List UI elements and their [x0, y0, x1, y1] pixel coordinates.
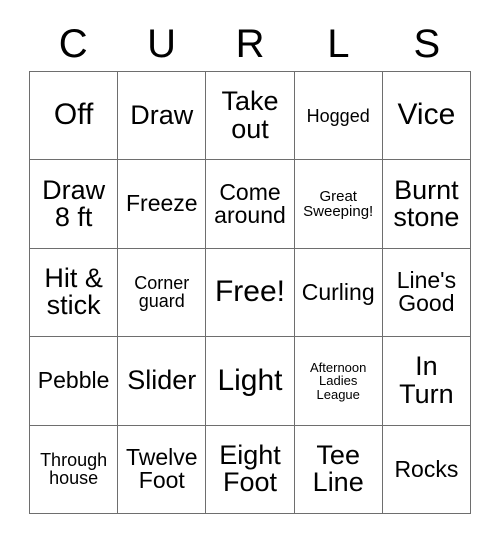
header-letter-3: R [235, 22, 265, 66]
bingo-cell-label: Vice [397, 98, 456, 132]
header-letter-5: S [413, 22, 441, 66]
bingo-cell-label: Draw 8 ft [42, 174, 106, 233]
bingo-grid: Off Draw Take out Hogged Vice Draw 8 ft … [29, 71, 471, 514]
bingo-header-row: C U R L S [29, 18, 471, 70]
bingo-cell-r2c3[interactable]: Come around [206, 160, 295, 249]
bingo-cell-label: Eight Foot [219, 439, 281, 498]
bingo-card: C U R L S Off Draw Take out Hogged Vice … [0, 0, 500, 544]
bingo-cell-r1c2[interactable]: Draw [118, 72, 207, 161]
bingo-cell-label: Curling [301, 278, 375, 305]
bingo-cell-r1c3[interactable]: Take out [206, 72, 295, 161]
bingo-cell-r1c1[interactable]: Off [30, 72, 119, 161]
bingo-cell-r5c1[interactable]: Through house [30, 425, 119, 514]
bingo-cell-r2c5[interactable]: Burnt stone [382, 160, 471, 249]
bingo-cell-label: Great Sweeping! [303, 187, 374, 221]
bingo-cell-label: Hit & stick [44, 262, 103, 321]
bingo-cell-label: Afternoon Ladies League [310, 360, 367, 402]
bingo-cell-label: Hogged [306, 105, 370, 126]
bingo-cell-label: Light [217, 363, 283, 397]
bingo-cell-label: Through house [40, 449, 108, 489]
bingo-cell-label: Freeze [125, 190, 198, 217]
bingo-cell-label: Draw [130, 99, 194, 130]
bingo-cell-label: Off [53, 98, 94, 132]
bingo-cell-r4c4[interactable]: Afternoon Ladies League [294, 337, 383, 426]
bingo-cell-label: Come around [214, 178, 286, 229]
bingo-cell-r4c5[interactable]: In Turn [382, 337, 471, 426]
header-letter-4: L [327, 22, 350, 66]
bingo-cell-r3c1[interactable]: Hit & stick [30, 248, 119, 338]
bingo-cell-r5c5[interactable]: Rocks [382, 425, 471, 514]
bingo-cell-r5c4[interactable]: Tee Line [294, 425, 383, 514]
bingo-cell-label: Pebble [37, 367, 110, 394]
bingo-cell-label: In Turn [399, 351, 454, 409]
bingo-cell-r1c4[interactable]: Hogged [294, 72, 383, 161]
bingo-cell-r5c2[interactable]: Twelve Foot [118, 425, 207, 514]
bingo-cell-label: Burnt stone [393, 174, 460, 233]
bingo-cell-label: Twelve Foot [125, 443, 198, 494]
bingo-cell-r2c1[interactable]: Draw 8 ft [30, 160, 119, 249]
header-letter-2: U [147, 22, 177, 66]
header-letter-1: C [58, 22, 88, 66]
bingo-cell-r5c3[interactable]: Eight Foot [206, 425, 295, 514]
bingo-cell-label: Free! [214, 275, 285, 309]
bingo-cell-label: Slider [127, 365, 197, 396]
bingo-cell-r4c2[interactable]: Slider [118, 337, 207, 426]
bingo-cell-r1c5[interactable]: Vice [382, 72, 471, 161]
bingo-cell-r4c1[interactable]: Pebble [30, 337, 119, 426]
bingo-cell-label: Take out [221, 86, 279, 144]
bingo-cell-r3c4[interactable]: Curling [294, 248, 383, 338]
bingo-cell-r3c3-free[interactable]: Free! [206, 248, 295, 338]
bingo-cell-r3c5[interactable]: Line's Good [382, 248, 471, 338]
bingo-cell-label: Rocks [394, 455, 459, 482]
bingo-cell-r2c4[interactable]: Great Sweeping! [294, 160, 383, 249]
bingo-cell-r4c3[interactable]: Light [206, 337, 295, 426]
bingo-cell-r3c2[interactable]: Corner guard [118, 248, 207, 338]
bingo-cell-label: Line's Good [396, 267, 457, 317]
bingo-cell-r2c2[interactable]: Freeze [118, 160, 207, 249]
bingo-cell-label: Tee Line [312, 439, 364, 498]
bingo-cell-label: Corner guard [134, 273, 190, 312]
